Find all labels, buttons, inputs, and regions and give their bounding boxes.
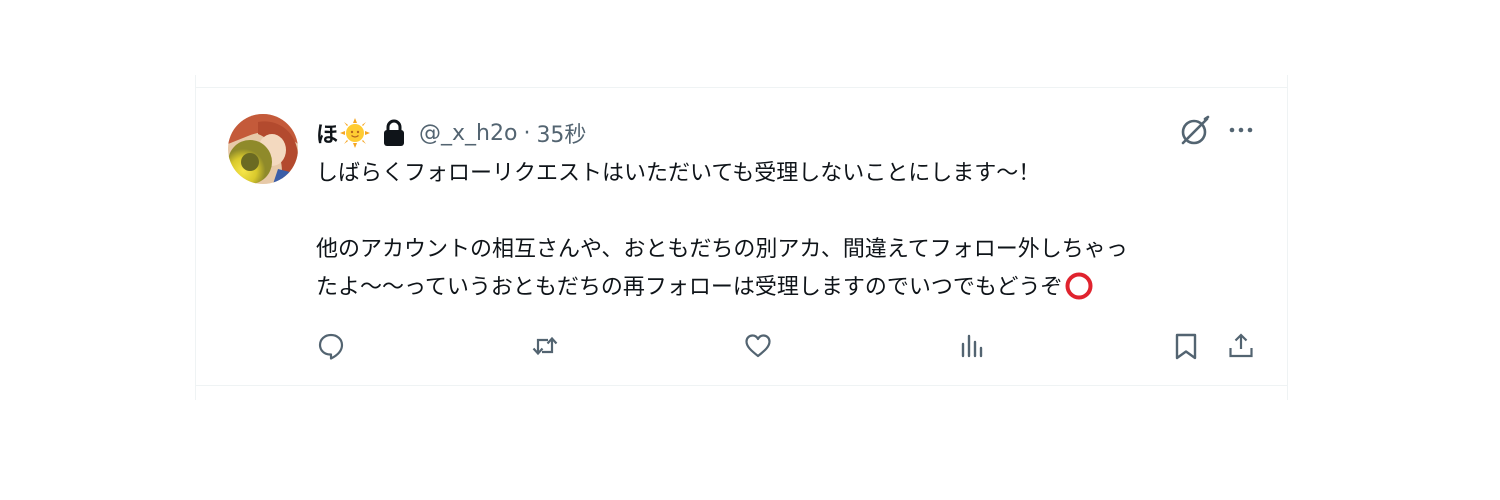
display-name[interactable]: ほ bbox=[316, 117, 338, 149]
user-handle[interactable]: @_x_h2o bbox=[419, 121, 517, 146]
heart-icon bbox=[745, 334, 771, 358]
sun-emoji bbox=[340, 118, 371, 148]
bookmark-button[interactable] bbox=[1169, 329, 1203, 363]
lock-icon bbox=[384, 119, 405, 146]
tweet-text-line: しばらくフォローリクエストはいただいても受理しないことにします〜！ bbox=[316, 161, 1041, 186]
bookmark-icon bbox=[1175, 333, 1197, 360]
retweet-button[interactable] bbox=[528, 329, 562, 363]
tweet-header: ほ @_x_h2o · 35秒 bbox=[316, 115, 586, 151]
grok-icon[interactable] bbox=[1176, 113, 1212, 149]
tweet-text: しばらくフォローリクエストはいただいても受理しないことにします〜！ 他のアカウン… bbox=[316, 155, 1276, 307]
red-circle-emoji bbox=[1065, 272, 1093, 300]
divider bbox=[196, 385, 1287, 386]
share-icon bbox=[1229, 333, 1253, 358]
tweet-text-line: たよ〜〜っていうおともだちの再フォローは受理しますのでいつでもどうぞ bbox=[316, 275, 1063, 300]
avatar[interactable] bbox=[228, 114, 298, 184]
reply-button[interactable] bbox=[314, 329, 348, 363]
analytics-icon bbox=[961, 334, 983, 358]
reply-icon bbox=[318, 333, 344, 360]
timestamp[interactable]: 35秒 bbox=[536, 117, 586, 149]
tweet-text-line: 他のアカウントの相互さんや、おともだちの別アカ、間違えてフォロー外しちゃっ bbox=[316, 237, 1128, 262]
divider bbox=[196, 87, 1287, 88]
share-button[interactable] bbox=[1224, 329, 1258, 363]
views-button[interactable] bbox=[955, 329, 989, 363]
tweet-card[interactable]: ほ @_x_h2o · 35秒 しばらくフォローリクエストはいただいても受理しな… bbox=[195, 75, 1288, 400]
separator-dot: · bbox=[523, 120, 531, 146]
like-button[interactable] bbox=[741, 329, 775, 363]
retweet-icon bbox=[532, 336, 558, 356]
more-options-icon[interactable] bbox=[1226, 115, 1256, 145]
